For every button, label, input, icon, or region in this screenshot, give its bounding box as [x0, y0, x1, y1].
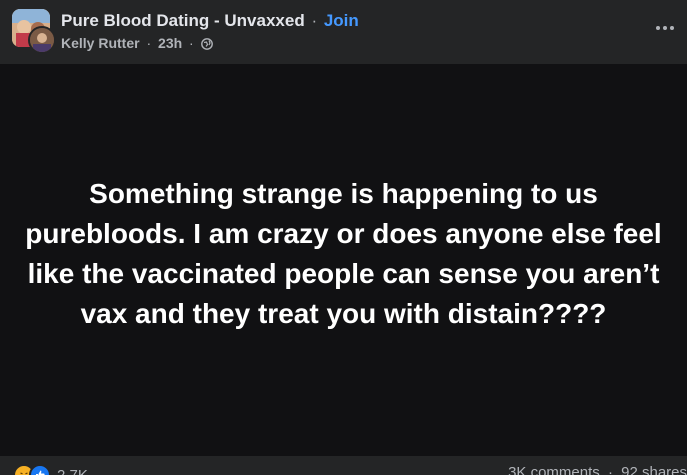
meta-separator-2: · [189, 35, 194, 51]
stats-separator: · [607, 464, 613, 475]
author-name-link[interactable]: Kelly Rutter [61, 35, 140, 51]
post-content: Something strange is happening to us pur… [0, 64, 687, 456]
comments-count-link[interactable]: 3K comments [508, 464, 600, 475]
post-title-line: Pure Blood Dating - Unvaxxed · Join [61, 11, 359, 31]
title-separator: · [311, 11, 318, 30]
shares-count-link[interactable]: 92 shares [621, 464, 687, 475]
post-meta: Kelly Rutter · 23h · [61, 35, 213, 53]
post-timestamp[interactable]: 23h [158, 35, 182, 51]
meta-separator: · [146, 35, 152, 51]
author-avatar[interactable] [28, 26, 56, 54]
like-reaction-icon [29, 464, 51, 475]
post-header: Pure Blood Dating - Unvaxxed · Join Kell… [0, 0, 687, 64]
group-name-link[interactable]: Pure Blood Dating - Unvaxxed [61, 11, 305, 30]
more-options-icon[interactable] [651, 14, 679, 42]
reaction-count: 2.7K [57, 466, 88, 475]
globe-icon [200, 37, 213, 53]
join-group-link[interactable]: Join [324, 11, 359, 30]
post-text: Something strange is happening to us pur… [25, 178, 662, 329]
engagement-stats: 3K comments · 92 shares [508, 464, 687, 475]
reactions-summary[interactable]: 2.7K [13, 464, 88, 475]
post-footer: 2.7K 3K comments · 92 shares [0, 456, 687, 475]
group-post-card: Pure Blood Dating - Unvaxxed · Join Kell… [0, 0, 687, 475]
